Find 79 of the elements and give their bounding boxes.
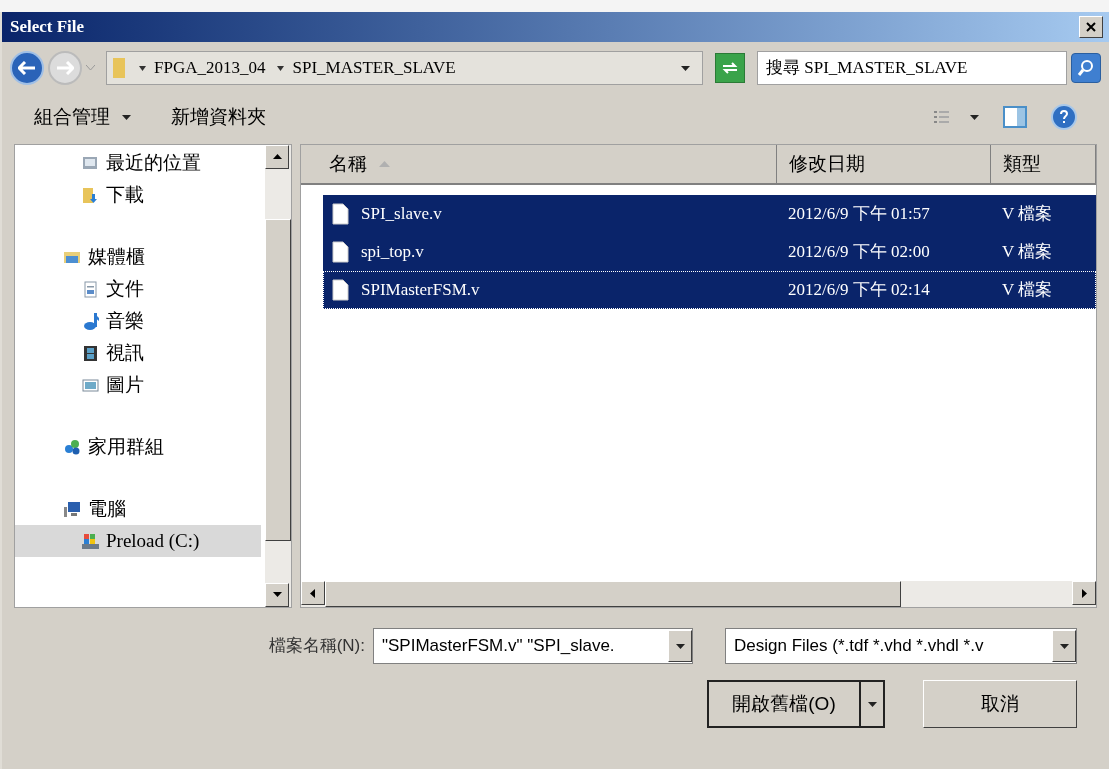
search-icon <box>1077 59 1095 77</box>
cancel-button[interactable]: 取消 <box>923 680 1077 728</box>
forward-arrow-icon <box>56 61 74 75</box>
vertical-scrollbar[interactable] <box>265 145 291 607</box>
sidebar-item[interactable]: 文件 <box>15 273 261 305</box>
sidebar-item[interactable]: 視訊 <box>15 337 261 369</box>
scroll-down-button[interactable] <box>265 583 289 607</box>
preview-pane-button[interactable] <box>1003 106 1027 128</box>
file-type: V 檔案 <box>1001 241 1053 264</box>
file-type: V 檔案 <box>1001 279 1053 302</box>
address-dropdown-icon <box>681 65 690 71</box>
file-row[interactable]: SPIMasterFSM.v 2012/6/9 下午 02:14 V 檔案 <box>323 271 1096 309</box>
sidebar-item[interactable]: 最近的位置 <box>15 147 261 179</box>
homegroup-icon <box>63 437 82 457</box>
chevron-down-icon <box>86 65 95 71</box>
file-type: V 檔案 <box>1001 203 1053 226</box>
refresh-button[interactable] <box>715 53 745 83</box>
sidebar-item[interactable]: Preload (C:) <box>15 525 261 557</box>
file-name: SPI_slave.v <box>361 203 442 226</box>
drive-icon <box>81 531 100 551</box>
file-row[interactable]: SPI_slave.v 2012/6/9 下午 01:57 V 檔案 <box>323 195 1096 233</box>
back-arrow-icon <box>18 61 36 75</box>
computer-icon <box>63 499 82 519</box>
caret-icon <box>277 65 285 71</box>
close-button[interactable] <box>1079 16 1103 38</box>
file-row[interactable]: spi_top.v 2012/6/9 下午 02:00 V 檔案 <box>323 233 1096 271</box>
breadcrumb-item[interactable]: FPGA_2013_04 <box>139 55 266 81</box>
sidebar-item[interactable]: 家用群組 <box>15 431 261 463</box>
download-folder-icon <box>81 185 100 205</box>
column-header[interactable]: 修改日期 <box>777 145 991 183</box>
music-note-icon <box>81 311 100 331</box>
refresh-icon <box>721 61 739 75</box>
modified-date: 2012/6/9 下午 02:00 <box>787 241 931 264</box>
file-icon <box>332 241 349 263</box>
scrollbar-thumb[interactable] <box>265 219 291 541</box>
document-icon <box>81 279 100 299</box>
breadcrumb-item[interactable]: SPI_MASTER_SLAVE <box>277 55 456 81</box>
sidebar-item[interactable]: 電腦 <box>15 493 261 525</box>
sidebar-item[interactable]: 媒體櫃 <box>15 241 261 273</box>
dropdown-icon <box>867 701 877 707</box>
question-mark-icon <box>1059 110 1069 124</box>
close-icon <box>1086 22 1096 32</box>
caret-icon <box>970 114 979 120</box>
film-strip-icon <box>81 343 100 363</box>
help-button[interactable] <box>1051 104 1077 130</box>
open-options-button[interactable] <box>859 680 885 728</box>
modified-date: 2012/6/9 下午 02:14 <box>787 279 931 302</box>
file-icon <box>332 279 349 301</box>
column-header[interactable]: 類型 <box>991 145 1096 183</box>
sidebar-item[interactable]: 音樂 <box>15 305 261 337</box>
search-button[interactable] <box>1071 53 1101 83</box>
scroll-up-button[interactable] <box>265 145 289 169</box>
toolbar-button[interactable]: 新增資料夾 <box>163 100 274 134</box>
sidebar-item[interactable]: 下載 <box>15 179 261 211</box>
file-name: SPIMasterFSM.v <box>361 279 480 302</box>
scroll-left-button[interactable] <box>301 581 325 605</box>
scroll-right-button[interactable] <box>1072 581 1096 605</box>
address-field[interactable]: FPGA_2013_04 SPI_MASTER_SLAVE <box>106 51 703 85</box>
dropdown-icon <box>675 643 685 649</box>
back-button[interactable] <box>10 51 44 85</box>
caret-icon <box>139 65 146 71</box>
list-view-icon <box>934 110 950 124</box>
horizontal-scrollbar[interactable] <box>301 581 1096 607</box>
scrollbar-thumb[interactable] <box>325 581 901 607</box>
search-field[interactable]: 搜尋 SPI_MASTER_SLAVE <box>757 51 1067 85</box>
file-icon <box>332 203 349 225</box>
open-button[interactable]: 開啟舊檔(O) <box>707 680 859 728</box>
sort-ascending-icon <box>379 161 390 167</box>
toolbar-button[interactable]: 組合管理 <box>26 100 139 134</box>
file-name: spi_top.v <box>361 241 424 264</box>
file-type-combobox[interactable]: Design Files (*.tdf *.vhd *.vhdl *.v <box>725 628 1077 664</box>
filename-combobox[interactable]: "SPIMasterFSM.v" "SPI_slave. <box>373 628 693 664</box>
column-header[interactable]: 名稱 <box>301 145 777 183</box>
dropdown-icon <box>1059 643 1069 649</box>
modified-date: 2012/6/9 下午 01:57 <box>787 203 931 226</box>
folder-icon <box>111 57 127 79</box>
filename-label: 檔案名稱(N): <box>268 635 365 658</box>
sidebar-item[interactable]: 圖片 <box>15 369 261 401</box>
window-title: Select File <box>10 16 85 39</box>
